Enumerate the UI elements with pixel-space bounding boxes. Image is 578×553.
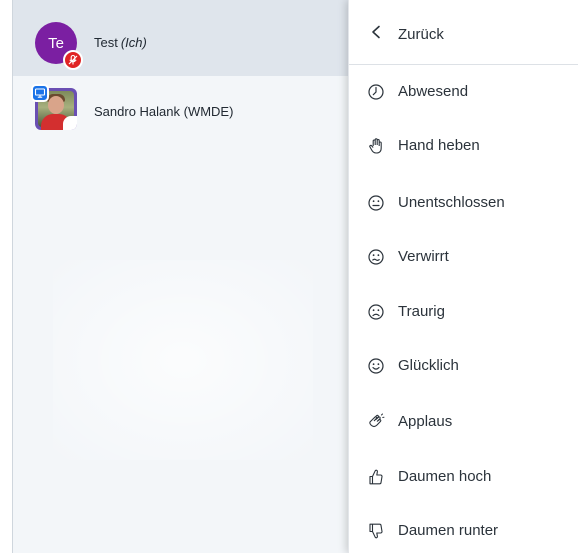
menu-item-label: Daumen hoch [398, 468, 492, 485]
user-list-item[interactable]: Sandro Halank (WMDE) [13, 82, 349, 142]
menu-item-verwirrt[interactable]: Verwirrt [349, 229, 578, 283]
user-name-text: Test [94, 35, 118, 50]
back-button[interactable]: Zurück [349, 0, 578, 65]
menu-item-gluecklich[interactable]: Glücklich [349, 338, 578, 392]
user-list-panel: Te Test (Ich) Sandro Halank (WMDE) [12, 0, 349, 553]
app-root: Te Test (Ich) Sandro Halank (WMDE) Zurüc… [0, 0, 578, 553]
menu-item-label: Verwirrt [398, 248, 449, 265]
menu-item-daumen-hoch[interactable]: Daumen hoch [349, 449, 578, 503]
user-name: Test (Ich) [94, 35, 147, 50]
raised-hand-icon [367, 137, 385, 155]
clock-icon [367, 83, 385, 101]
confused-face-icon [367, 248, 385, 266]
status-menu: Zurück Abwesend Hand heben Unentschlosse… [348, 0, 578, 553]
menu-item-label: Unentschlossen [398, 194, 505, 211]
menu-item-label: Hand heben [398, 137, 480, 154]
menu-item-traurig[interactable]: Traurig [349, 284, 578, 338]
menu-item-label: Traurig [398, 303, 445, 320]
menu-item-unentschlossen[interactable]: Unentschlossen [349, 175, 578, 229]
thumbs-down-icon [367, 522, 385, 540]
menu-item-hand-heben[interactable]: Hand heben [349, 118, 578, 172]
avatar-initials: Te [48, 34, 64, 52]
menu-item-label: Abwesend [398, 83, 469, 100]
chevron-left-icon [369, 25, 383, 39]
clapping-hands-icon [367, 413, 385, 431]
menu-item-label: Applaus [398, 413, 453, 430]
thumbs-up-icon [367, 468, 385, 486]
user-list-item-current[interactable]: Te Test (Ich) [13, 0, 349, 76]
sad-face-icon [367, 303, 385, 321]
presenter-screen-icon [31, 84, 49, 102]
user-self-label: (Ich) [120, 35, 147, 50]
neutral-face-icon [367, 194, 385, 212]
menu-item-applaus[interactable]: Applaus [349, 394, 578, 448]
happy-face-icon [367, 357, 385, 375]
menu-item-label: Glücklich [398, 357, 459, 374]
menu-item-label: Daumen runter [398, 522, 499, 539]
avatar: Te [35, 22, 83, 70]
back-label: Zurück [398, 26, 444, 43]
menu-item-abwesend[interactable]: Abwesend [349, 64, 578, 118]
menu-item-daumen-runter[interactable]: Daumen runter [349, 503, 578, 553]
user-name: Sandro Halank (WMDE) [94, 104, 234, 119]
muted-microphone-icon [63, 50, 83, 70]
